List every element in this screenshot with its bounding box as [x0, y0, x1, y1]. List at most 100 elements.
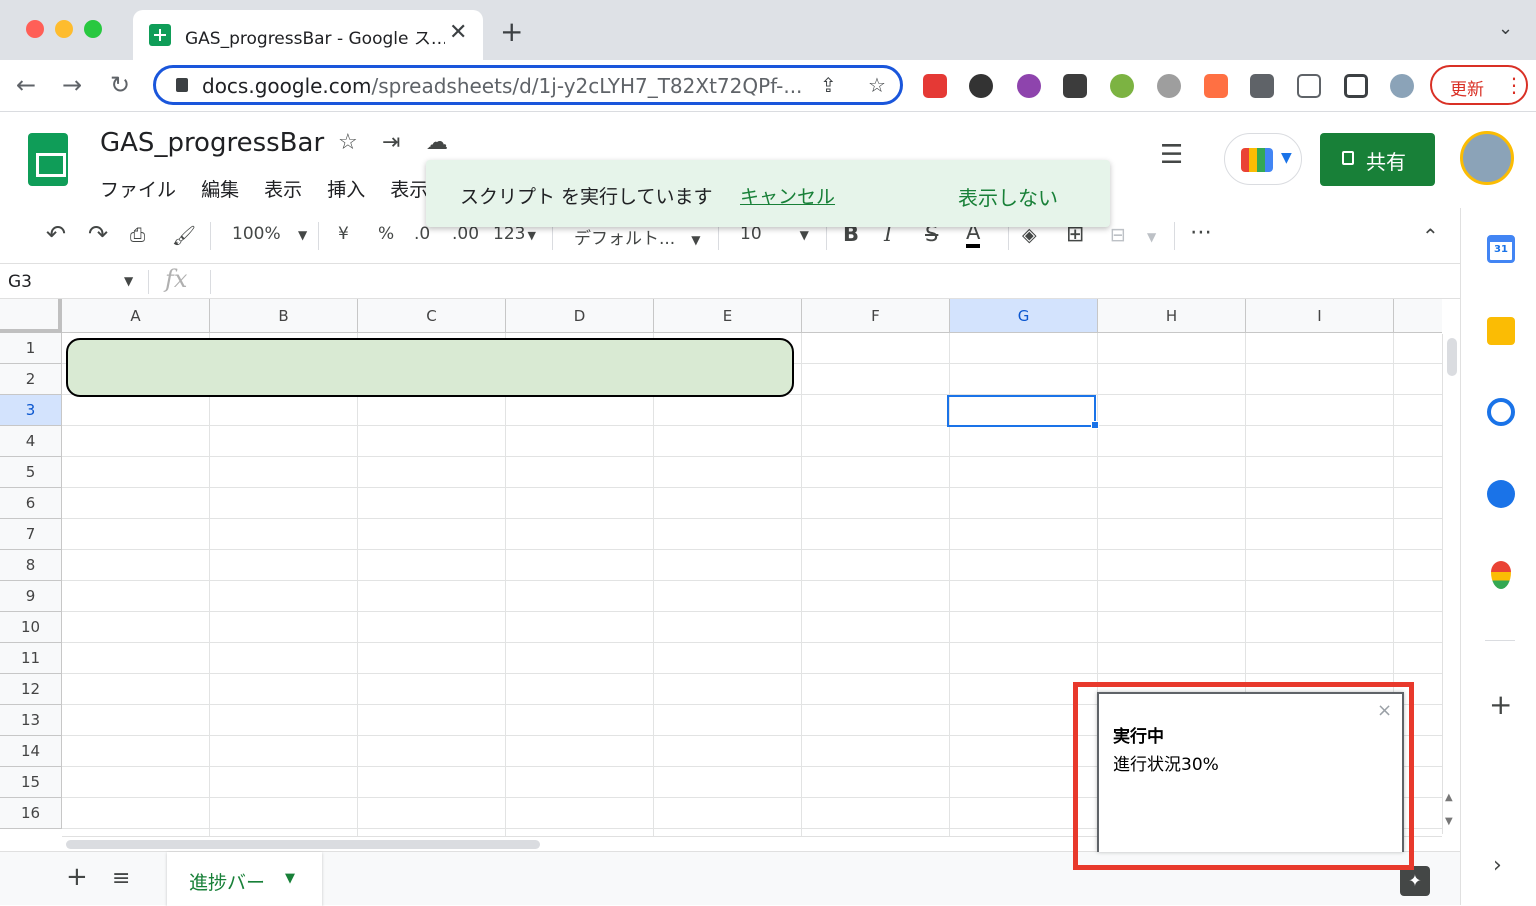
keep-icon[interactable]: [1487, 317, 1515, 345]
row-header-8[interactable]: 8: [0, 550, 62, 581]
more-options-button[interactable]: ⋯: [1190, 220, 1212, 245]
omnibox[interactable]: docs.google.com/spreadsheets/d/1j-y2cLYH…: [153, 65, 903, 105]
menu-file[interactable]: ファイル: [100, 179, 176, 201]
get-addons-plus-icon[interactable]: +: [1489, 688, 1512, 721]
explore-sparkle-icon[interactable]: ✦: [1400, 866, 1430, 896]
column-header-next[interactable]: [1394, 299, 1442, 333]
name-box[interactable]: G3: [8, 272, 32, 292]
extension-youtube-icon[interactable]: [923, 74, 947, 98]
browser-tab[interactable]: GAS_progressBar - Google ス… ✕: [133, 10, 483, 60]
meet-button[interactable]: ▼: [1224, 133, 1302, 185]
selected-cell[interactable]: [947, 395, 1096, 427]
menu-format[interactable]: 表示: [390, 179, 428, 201]
side-panel-icon[interactable]: [1344, 74, 1368, 98]
extension-mask-icon[interactable]: [969, 74, 993, 98]
star-icon[interactable]: ☆: [338, 130, 358, 155]
progress-bar-shape[interactable]: [66, 338, 794, 397]
collapse-chevron-icon[interactable]: ⌃: [1422, 224, 1439, 248]
sheets-logo-icon[interactable]: [28, 133, 68, 186]
fill-color-icon[interactable]: ◈: [1022, 224, 1037, 246]
toast-dismiss-button[interactable]: 表示しない: [958, 182, 1058, 211]
menu-edit[interactable]: 編集: [201, 179, 239, 201]
formula-input[interactable]: [214, 264, 1454, 298]
share-page-icon[interactable]: ⇪: [820, 73, 837, 97]
font-select[interactable]: デフォルト... ▼: [574, 224, 700, 249]
row-header-6[interactable]: 6: [0, 488, 62, 519]
extension-lock-icon[interactable]: [1204, 74, 1228, 98]
new-tab-button[interactable]: +: [500, 15, 523, 48]
sheet-tab-active[interactable]: 進捗バー ▼: [167, 852, 322, 906]
scroll-up-arrow-icon[interactable]: ▲: [1445, 792, 1453, 803]
column-header-d[interactable]: D: [506, 299, 654, 333]
font-size-select[interactable]: 10 ▼: [740, 224, 809, 244]
row-header-15[interactable]: 15: [0, 767, 62, 798]
menu-view[interactable]: 表示: [264, 179, 302, 201]
close-tab-icon[interactable]: ✕: [449, 20, 467, 45]
percent-format-button[interactable]: %: [378, 224, 394, 244]
caret-down-icon[interactable]: ▼: [124, 274, 133, 288]
share-button[interactable]: 共有: [1320, 133, 1435, 186]
row-header-10[interactable]: 10: [0, 612, 62, 643]
extension-lr-icon[interactable]: [1017, 74, 1041, 98]
select-all-corner[interactable]: [0, 299, 62, 333]
currency-format-button[interactable]: ¥: [338, 224, 349, 244]
vertical-scroll-thumb[interactable]: [1447, 338, 1457, 376]
extension-se-icon[interactable]: [1063, 74, 1087, 98]
toast-cancel-link[interactable]: キャンセル: [740, 182, 835, 209]
horizontal-scroll-thumb[interactable]: [66, 840, 540, 849]
row-header-9[interactable]: 9: [0, 581, 62, 612]
vertical-scrollbar[interactable]: ▲ ▼: [1442, 334, 1460, 834]
expand-chevron-icon[interactable]: ›: [1493, 853, 1502, 878]
undo-icon[interactable]: ↶: [46, 220, 66, 248]
column-header-e[interactable]: E: [654, 299, 802, 333]
document-title[interactable]: GAS_progressBar: [100, 128, 324, 158]
extension-trident-icon[interactable]: [1157, 74, 1181, 98]
fill-handle[interactable]: [1091, 421, 1099, 429]
all-sheets-menu-icon[interactable]: ≡: [112, 866, 130, 891]
row-header-11[interactable]: 11: [0, 643, 62, 674]
column-header-g[interactable]: G: [950, 299, 1098, 333]
tasks-icon[interactable]: [1487, 398, 1515, 426]
row-header-7[interactable]: 7: [0, 519, 62, 550]
row-header-1[interactable]: 1: [0, 333, 62, 364]
profile-avatar-icon[interactable]: [1390, 74, 1414, 98]
scroll-down-arrow-icon[interactable]: ▼: [1445, 816, 1453, 827]
back-arrow-icon[interactable]: ←: [16, 71, 36, 99]
more-formats-button[interactable]: 123 ▼: [493, 224, 536, 244]
row-header-3[interactable]: 3: [0, 395, 62, 426]
row-header-13[interactable]: 13: [0, 705, 62, 736]
account-avatar[interactable]: [1460, 131, 1514, 185]
extensions-puzzle-icon[interactable]: [1250, 74, 1274, 98]
maps-icon[interactable]: [1491, 561, 1511, 589]
column-header-h[interactable]: H: [1098, 299, 1246, 333]
redo-icon[interactable]: ↷: [88, 220, 108, 248]
update-button[interactable]: 更新 ⋮: [1430, 65, 1528, 105]
calendar-icon[interactable]: 31: [1487, 235, 1515, 263]
close-window-button[interactable]: [26, 20, 44, 38]
kebab-menu-icon[interactable]: ⋮: [1504, 73, 1524, 97]
menu-insert[interactable]: 挿入: [327, 179, 365, 201]
tab-search-chevron-icon[interactable]: ⌄: [1498, 18, 1513, 39]
zoom-select[interactable]: 100% ▼: [232, 224, 307, 244]
row-header-12[interactable]: 12: [0, 674, 62, 705]
column-header-i[interactable]: I: [1246, 299, 1394, 333]
row-header-16[interactable]: 16: [0, 798, 62, 829]
decrease-decimal-button[interactable]: .0: [414, 224, 430, 244]
row-header-5[interactable]: 5: [0, 457, 62, 488]
print-icon[interactable]: ⎙: [130, 224, 145, 246]
caret-down-icon[interactable]: ▼: [285, 871, 295, 886]
maximize-window-button[interactable]: [84, 20, 102, 38]
add-sheet-button[interactable]: +: [66, 862, 88, 892]
reading-list-icon[interactable]: [1297, 74, 1321, 98]
column-header-c[interactable]: C: [358, 299, 506, 333]
contacts-icon[interactable]: [1487, 480, 1515, 508]
row-header-2[interactable]: 2: [0, 364, 62, 395]
column-header-a[interactable]: A: [62, 299, 210, 333]
reload-icon[interactable]: ↻: [110, 71, 130, 99]
column-header-b[interactable]: B: [210, 299, 358, 333]
move-folder-icon[interactable]: ⇥: [382, 130, 400, 155]
column-header-f[interactable]: F: [802, 299, 950, 333]
minimize-window-button[interactable]: [55, 20, 73, 38]
close-icon[interactable]: ×: [1377, 700, 1392, 721]
bookmark-star-icon[interactable]: ☆: [868, 73, 886, 97]
